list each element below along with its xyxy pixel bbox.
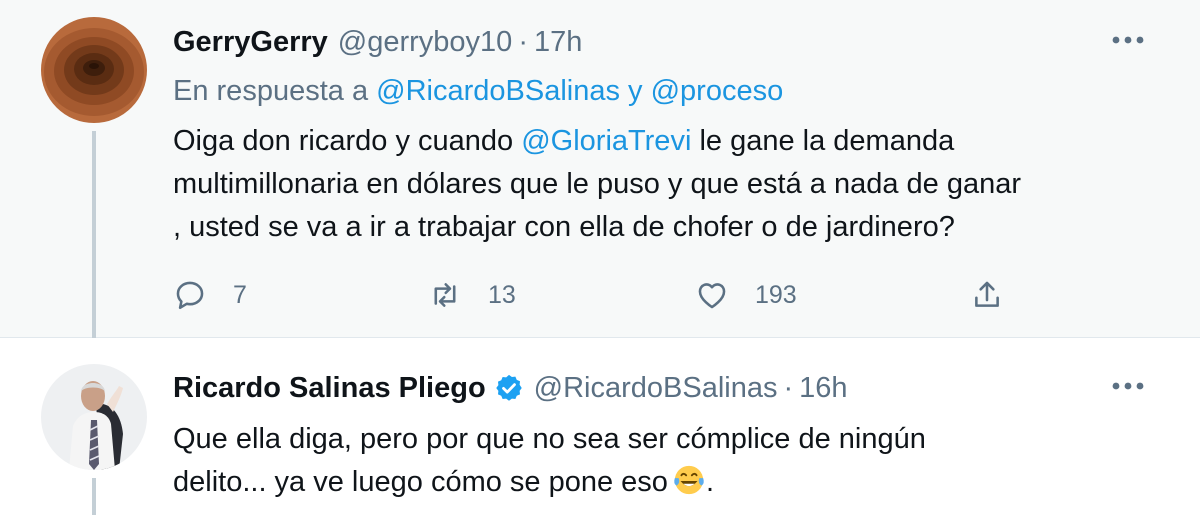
tweet-text: Oiga don ricardo y cuando @GloriaTrevi l…: [173, 120, 1163, 249]
tweet-text-line: Que ella diga, pero por que no sea ser c…: [173, 423, 926, 455]
tweet-gerrygerry[interactable]: GerryGerry @gerryboy10 · 17h En respuest…: [0, 0, 1200, 354]
thread-connector-line: [92, 131, 96, 354]
tweet-header: GerryGerry @gerryboy10 · 17h: [173, 22, 582, 62]
reply-joiner: y: [628, 75, 643, 107]
more-dots-icon: [1112, 382, 1144, 390]
like-button[interactable]: 193: [695, 270, 797, 320]
tweet-ricardo-salinas[interactable]: Ricardo Salinas Pliego @RicardoBSalinas …: [0, 338, 1200, 515]
display-name[interactable]: GerryGerry: [173, 26, 328, 59]
brown-circles-avatar-icon: [41, 17, 147, 123]
reply-count: 7: [233, 280, 247, 309]
tweet-text: Que ella diga, pero por que no sea ser c…: [173, 418, 1163, 504]
display-name[interactable]: Ricardo Salinas Pliego: [173, 372, 486, 405]
text-fragment: Oiga don ricardo y cuando: [173, 125, 514, 157]
user-avatar[interactable]: [41, 364, 147, 470]
thread-connector-line: [92, 478, 96, 515]
tweet-text-line: Oiga don ricardo y cuando @GloriaTrevi l…: [173, 120, 1163, 163]
mention-link[interactable]: @GloriaTrevi: [521, 125, 691, 157]
man-in-suit-avatar-icon: [41, 364, 147, 470]
tweet-timestamp[interactable]: 16h: [799, 372, 847, 405]
reply-context: En respuesta a @RicardoBSalinas y @proce…: [173, 75, 783, 108]
text-fragment: le gane la demanda: [699, 125, 955, 157]
reply-bubble-icon: [176, 281, 204, 310]
text-fragment: .: [705, 466, 714, 498]
user-handle[interactable]: @RicardoBSalinas: [534, 372, 778, 405]
tweet-timestamp[interactable]: 17h: [534, 26, 582, 59]
retweet-count: 13: [488, 280, 516, 309]
retweet-button[interactable]: 13: [428, 270, 516, 320]
more-dots-icon: [1112, 36, 1144, 44]
like-count: 193: [755, 280, 797, 309]
face-with-tears-of-joy-icon: [674, 465, 704, 495]
user-avatar[interactable]: [41, 17, 147, 123]
reply-prefix: En respuesta a: [173, 75, 369, 107]
mention-link[interactable]: @RicardoBSalinas: [376, 75, 620, 107]
share-upload-icon: [975, 281, 999, 307]
retweet-icon: [434, 283, 456, 307]
tweet-text-line: multimillonaria en dólares que le puso y…: [173, 168, 1021, 200]
heart-icon: [698, 283, 726, 309]
user-handle[interactable]: @gerryboy10: [338, 26, 513, 59]
reply-button[interactable]: 7: [173, 270, 247, 320]
tweet-actions: 7 13 193: [173, 270, 1053, 320]
verified-badge-icon: [494, 373, 524, 403]
more-options-button[interactable]: [1108, 20, 1148, 60]
separator-dot: ·: [783, 371, 794, 404]
tweet-header: Ricardo Salinas Pliego @RicardoBSalinas …: [173, 368, 848, 408]
share-button[interactable]: [970, 270, 1004, 320]
text-fragment: delito... ya ve luego cómo se pone eso: [173, 466, 668, 498]
mention-link[interactable]: @proceso: [651, 75, 784, 107]
tweet-text-line: , usted se va a ir a trabajar con ella d…: [173, 211, 955, 243]
tweet-text-line: delito... ya ve luego cómo se pone eso .: [173, 461, 1163, 504]
separator-dot: ·: [518, 25, 528, 58]
more-options-button[interactable]: [1108, 366, 1148, 406]
